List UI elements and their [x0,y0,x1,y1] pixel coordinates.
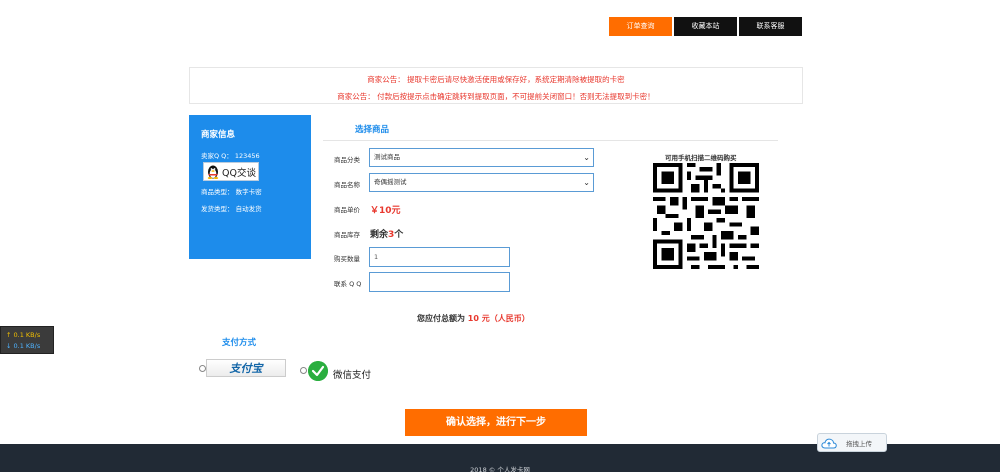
qr-code-image [653,163,759,269]
qq-badge-label: QQ交谈 [222,167,256,179]
cloud-upload-icon [821,438,837,448]
alipay-radio[interactable] [199,365,206,372]
merchant-info-panel: 商家信息 卖家Q Q： 123456 QQ交谈 商品类型： 数字卡密 发货类型：… [189,115,311,259]
merchant-product-type: 商品类型： 数字卡密 [201,188,262,196]
merchant-notice: 商家公告： 提取卡密后请尽快激活使用或保存好，系统定期清除被提取的卡密 商家公告… [189,67,803,104]
contact-qq-label: 联系 Q Q [334,280,362,288]
total-prefix: 您应付总额为 [417,314,468,323]
quantity-label: 购买数量 [334,255,360,263]
wechat-pay-label[interactable]: 微信支付 [333,367,371,381]
nav-order-query[interactable]: 订单查询 [609,17,672,36]
nav-contact-support[interactable]: 联系客服 [739,17,802,36]
notice-line-2: 商家公告： 付款后按提示点击确定跳转到提取页面，不可提前关闭窗口！否则无法提取到… [337,92,655,101]
footer-copyright: 2018 © 个人发卡网 [470,466,530,472]
network-speed-widget: ↑ 0.1 KB/s ↓ 0.1 KB/s [0,326,54,354]
confirm-next-step-button[interactable]: 确认选择，进行下一步 [405,409,587,436]
qr-code-label: 可用手机扫描二维码购买 [665,154,737,162]
alipay-logo: 支付宝 [229,362,263,375]
stock-label: 商品库存 [334,231,360,239]
quantity-input[interactable]: 1 [369,247,510,267]
qq-penguin-icon [207,165,219,179]
merchant-qq: 卖家Q Q： 123456 [201,152,260,160]
payment-method-title: 支付方式 [222,338,257,348]
drag-upload-label: 拖拽上传 [846,439,872,448]
product-name-select[interactable]: 奇偶摇测试 ⌄ [369,173,594,192]
total-value: 10 [467,314,479,323]
alipay-option[interactable]: 支付宝 [206,359,286,377]
notice-line-1: 商家公告： 提取卡密后请尽快激活使用或保存好，系统定期清除被提取的卡密 [367,75,625,84]
product-name-select-value: 奇偶摇测试 [374,178,407,186]
category-select[interactable]: 测试商品 ⌄ [369,148,594,167]
merchant-info-title: 商家信息 [201,130,236,140]
product-name-label: 商品名称 [334,181,360,189]
category-label: 商品分类 [334,156,360,164]
unit-price-label: 商品单价 [334,206,360,214]
unit-price-value: ￥10元 [370,206,401,216]
stock-value: 剩余3个 [370,227,403,240]
drag-upload-button[interactable]: 拖拽上传 [817,433,887,452]
merchant-shipping-type: 发货类型： 自动发货 [201,205,262,213]
total-amount: 您应付总额为 10 元（人民币） [417,313,530,324]
top-nav: 订单查询 收藏本站 联系客服 [609,17,802,36]
total-unit: 元（人民币） [478,314,530,323]
wechat-pay-radio[interactable] [300,367,307,374]
contact-qq-input[interactable] [369,272,510,292]
nav-bookmark-site[interactable]: 收藏本站 [674,17,737,36]
stock-suffix: 个 [394,230,404,240]
upload-speed: ↑ 0.1 KB/s [6,331,41,339]
stock-prefix: 剩余 [370,230,389,240]
chevron-down-icon: ⌄ [583,178,590,187]
select-product-title: 选择商品 [355,125,390,135]
chevron-down-icon: ⌄ [583,153,590,162]
section-divider [323,140,778,141]
qq-chat-button[interactable]: QQ交谈 [203,162,259,181]
category-select-value: 测试商品 [374,153,400,161]
wechat-pay-icon[interactable] [308,361,328,381]
download-speed: ↓ 0.1 KB/s [6,342,41,350]
